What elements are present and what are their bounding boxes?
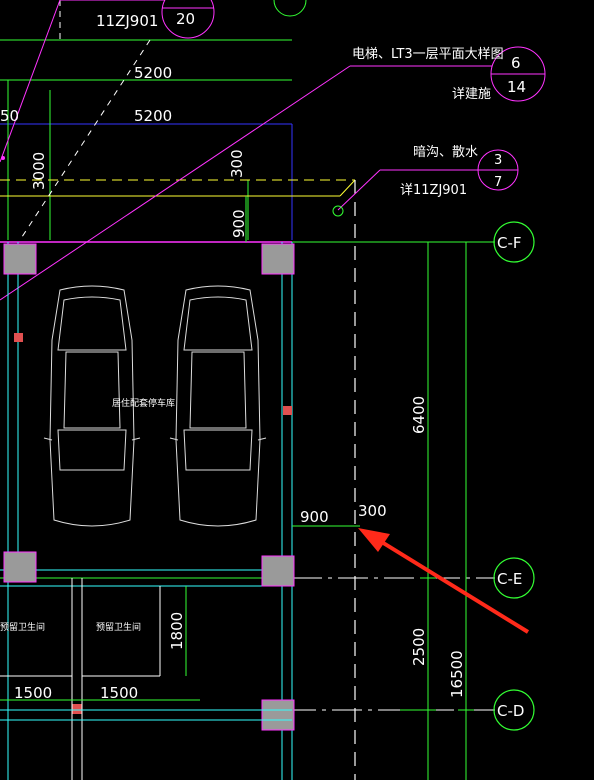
room-label-toilet-a: 预留卫生间: [0, 621, 45, 633]
dim-left-50: 50: [0, 107, 19, 125]
dim-1500-a: 1500: [14, 684, 52, 702]
dim-900: 900: [300, 508, 329, 526]
elevator-bubble-bottom: 14: [507, 78, 526, 96]
elevator-bubble-top: 6: [511, 54, 521, 72]
axis-label-ce: C-E: [497, 570, 522, 588]
floor-plan-svg: 11ZJ901 20 电梯、LT3一层平面大样图 详建施 6 14 暗沟、散水 …: [0, 0, 546, 780]
small-column: [283, 406, 292, 415]
drain-note: 暗沟、散水: [413, 145, 478, 160]
column: [3, 551, 37, 583]
column: [3, 243, 37, 275]
dim-300-top: 300: [228, 149, 246, 178]
dim-3000: 3000: [30, 152, 48, 190]
small-column: [14, 333, 23, 342]
dim-5200-b: 5200: [134, 107, 172, 125]
room-label-garage: 居住配套停车库: [112, 397, 175, 409]
dim-16500: 16500: [448, 650, 466, 698]
axis-bubble-top: [273, 0, 307, 17]
dim-6400: 6400: [410, 396, 428, 434]
leader-dot: [1, 156, 5, 160]
drain-bubble-top: 3: [494, 153, 502, 168]
column: [261, 699, 295, 731]
dim-300: 300: [358, 502, 387, 520]
drain-bubble-bottom: 7: [494, 175, 502, 190]
car-right: [169, 285, 267, 527]
axis-label-cf: C-F: [497, 234, 522, 252]
drain-note-sub: 详11ZJ901: [400, 183, 467, 198]
top-ref-code: 11ZJ901: [96, 12, 158, 30]
leader-dot: [332, 205, 344, 217]
dim-2500: 2500: [410, 628, 428, 666]
leader-line-elevator: [0, 65, 351, 301]
elevator-note-sub: 详建施: [452, 87, 491, 102]
column: [261, 243, 295, 275]
eave-corner: [339, 179, 356, 197]
column: [261, 555, 295, 587]
leader-line: [0, 0, 61, 163]
dim-1800: 1800: [168, 612, 186, 650]
small-column: [72, 704, 82, 714]
top-ref-num: 20: [176, 10, 195, 28]
axis-label-cd: C-D: [497, 702, 524, 720]
dim-5200-a: 5200: [134, 64, 172, 82]
cad-drawing-canvas: 11ZJ901 20 电梯、LT3一层平面大样图 详建施 6 14 暗沟、散水 …: [0, 0, 594, 780]
elevator-note: 电梯、LT3一层平面大样图: [352, 47, 504, 62]
annotation-arrow-head: [358, 528, 390, 552]
dim-1500-b: 1500: [100, 684, 138, 702]
dim-900-top: 900: [230, 209, 248, 238]
room-label-toilet-b: 预留卫生间: [96, 621, 141, 633]
white-dashed-diagonal: [19, 39, 151, 241]
leader-line-drain: [337, 169, 381, 211]
